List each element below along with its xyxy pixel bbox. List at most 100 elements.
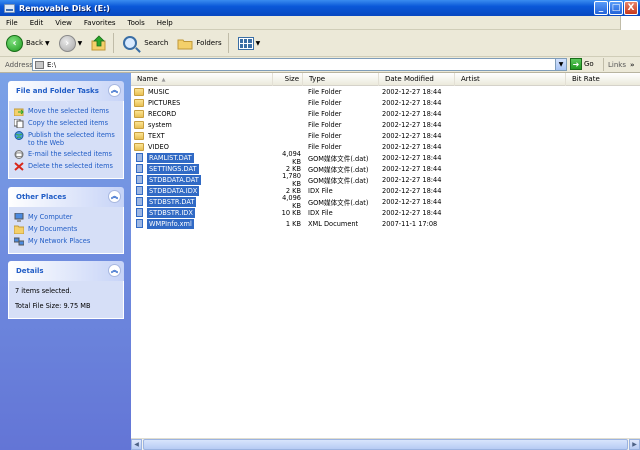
file-row[interactable]: RECORD File Folder 2002-12-27 18:44 <box>131 108 640 119</box>
title-bar: Removable Disk (E:) _ □ X <box>0 0 640 16</box>
menu-file[interactable]: File <box>0 19 24 27</box>
sort-asc-icon: ▲ <box>161 77 166 83</box>
file-row[interactable]: MUSIC File Folder 2002-12-27 18:44 <box>131 86 640 97</box>
links-button[interactable]: Links » <box>603 58 640 71</box>
collapse-icon[interactable]: ︽ <box>108 190 121 203</box>
menu-edit[interactable]: Edit <box>24 19 50 27</box>
email-icon <box>14 150 24 159</box>
menu-help[interactable]: Help <box>151 19 179 27</box>
file-name-cell[interactable]: MUSIC <box>131 87 273 97</box>
drive-icon <box>4 3 15 13</box>
column-size[interactable]: Size <box>273 73 303 86</box>
minimize-button[interactable]: _ <box>594 1 608 15</box>
close-button[interactable]: X <box>624 1 638 15</box>
file-name-cell[interactable]: system <box>131 120 273 130</box>
window-controls: _ □ X <box>594 1 638 15</box>
file-row[interactable]: SETTINGS.DAT 2 KB GOM媒体文件(.dat) 2002-12-27 … <box>131 163 640 174</box>
back-dropdown-icon[interactable]: ▼ <box>45 40 50 47</box>
file-list: Name ▲ Size Type Date Modified Artist Bit… <box>131 73 640 450</box>
file-icon <box>136 208 143 217</box>
file-row[interactable]: TEXT File Folder 2002-12-27 18:44 <box>131 130 640 141</box>
file-row[interactable]: system File Folder 2002-12-27 18:44 <box>131 119 640 130</box>
file-name-cell[interactable]: STDBDATA.DAT <box>131 174 273 185</box>
task-publish[interactable]: Publish the selected items to the Web <box>14 131 118 147</box>
file-row[interactable]: WMPInfo.xml 1 KB XML Document 2007-11-1 17:… <box>131 218 640 229</box>
file-name-cell[interactable]: RECORD <box>131 109 273 119</box>
address-dropdown-icon[interactable]: ▼ <box>555 59 566 70</box>
computer-icon <box>14 213 24 222</box>
file-name-cell[interactable]: WMPInfo.xml <box>131 218 273 229</box>
maximize-button[interactable]: □ <box>609 1 623 15</box>
file-row[interactable]: STDBSTR.DAT 4,096 KB GOM媒体文件(.dat) 2002-12-… <box>131 194 640 210</box>
globe-icon <box>14 131 24 140</box>
file-name-cell[interactable]: STDBSTR.IDX <box>131 207 273 218</box>
task-label: Publish the selected items to the Web <box>28 131 115 147</box>
task-copy[interactable]: Copy the selected items <box>14 119 118 128</box>
panel-header[interactable]: File and Folder Tasks ︽ <box>8 81 124 101</box>
file-row[interactable]: PICTURES File Folder 2002-12-27 18:44 <box>131 97 640 108</box>
folder-icon <box>134 98 144 107</box>
file-name-cell[interactable]: VIDEO <box>131 142 273 152</box>
file-date: 2002-12-27 18:44 <box>382 87 442 96</box>
folder-icon <box>134 131 144 140</box>
column-name[interactable]: Name ▲ <box>131 73 273 86</box>
scroll-right-icon[interactable]: ▶ <box>629 439 640 450</box>
file-row[interactable]: STDBDATA.DAT 1,780 KB GOM媒体文件(.dat) 2002-12… <box>131 172 640 188</box>
file-name-cell[interactable]: RAMLIST.DAT <box>131 152 273 163</box>
file-type: File Folder <box>308 87 342 96</box>
task-delete[interactable]: Delete the selected items <box>14 162 118 171</box>
menu-view[interactable]: View <box>49 19 78 27</box>
file-name-cell[interactable]: TEXT <box>131 131 273 141</box>
task-pane: File and Folder Tasks ︽ Move the selecte… <box>0 73 131 450</box>
collapse-icon[interactable]: ︽ <box>108 264 121 277</box>
views-icon <box>237 36 254 50</box>
toolbar-separator <box>227 33 229 53</box>
address-input[interactable]: E:\ ▼ <box>32 58 567 71</box>
file-icon <box>136 186 143 195</box>
back-button[interactable]: ‹ Back ▼ <box>3 32 53 54</box>
file-type: IDX File <box>308 186 333 195</box>
scrollbar-thumb[interactable] <box>143 439 628 450</box>
file-name-cell[interactable]: STDBSTR.DAT <box>131 196 273 207</box>
file-name-cell[interactable]: PICTURES <box>131 98 273 108</box>
views-button[interactable]: ▼ <box>235 32 264 54</box>
file-date: 2002-12-27 18:44 <box>382 120 442 129</box>
horizontal-scrollbar[interactable]: ◀ ▶ <box>131 438 640 450</box>
task-label: Delete the selected items <box>28 162 113 170</box>
file-row[interactable]: STDBDATA.IDX 2 KB IDX File 2002-12-27 18:44 <box>131 185 640 196</box>
column-bit-rate[interactable]: Bit Rate <box>566 73 640 86</box>
file-row[interactable]: VIDEO File Folder 2002-12-27 18:44 <box>131 141 640 152</box>
file-name-cell[interactable]: STDBDATA.IDX <box>131 185 273 196</box>
go-button[interactable]: ➜ Go <box>570 58 594 70</box>
windows-logo-icon <box>620 16 640 30</box>
place-my-computer[interactable]: My Computer <box>14 213 118 222</box>
panel-header[interactable]: Other Places ︽ <box>8 187 124 207</box>
file-icon <box>136 153 143 162</box>
search-button[interactable]: Search <box>120 32 171 54</box>
file-row[interactable]: STDBSTR.IDX 10 KB IDX File 2002-12-27 18:44 <box>131 207 640 218</box>
file-name-cell[interactable]: SETTINGS.DAT <box>131 163 273 174</box>
scroll-left-icon[interactable]: ◀ <box>131 439 142 450</box>
panel-header[interactable]: Details ︽ <box>8 261 124 281</box>
place-my-network[interactable]: My Network Places <box>14 237 118 246</box>
chevron-right-icon: » <box>629 60 635 69</box>
column-type[interactable]: Type <box>303 73 379 86</box>
task-move[interactable]: Move the selected items <box>14 107 118 116</box>
place-my-documents[interactable]: My Documents <box>14 225 118 234</box>
collapse-icon[interactable]: ︽ <box>108 84 121 97</box>
address-value: E:\ <box>47 60 57 69</box>
column-date-modified[interactable]: Date Modified <box>379 73 455 86</box>
column-artist[interactable]: Artist <box>455 73 566 86</box>
menu-favorites[interactable]: Favorites <box>78 19 122 27</box>
task-email[interactable]: E-mail the selected items <box>14 150 118 159</box>
views-dropdown-icon[interactable]: ▼ <box>256 40 261 47</box>
file-type: File Folder <box>308 120 342 129</box>
folder-icon <box>134 142 144 151</box>
menu-tools[interactable]: Tools <box>122 19 151 27</box>
forward-dropdown-icon[interactable]: ▼ <box>78 40 83 47</box>
file-row[interactable]: RAMLIST.DAT 4,094 KB GOM媒体文件(.dat) 2002-12-… <box>131 150 640 166</box>
up-button[interactable] <box>88 32 110 54</box>
forward-button[interactable]: › ▼ <box>56 32 86 54</box>
folders-button[interactable]: Folders <box>174 32 224 54</box>
folder-icon <box>134 87 144 96</box>
